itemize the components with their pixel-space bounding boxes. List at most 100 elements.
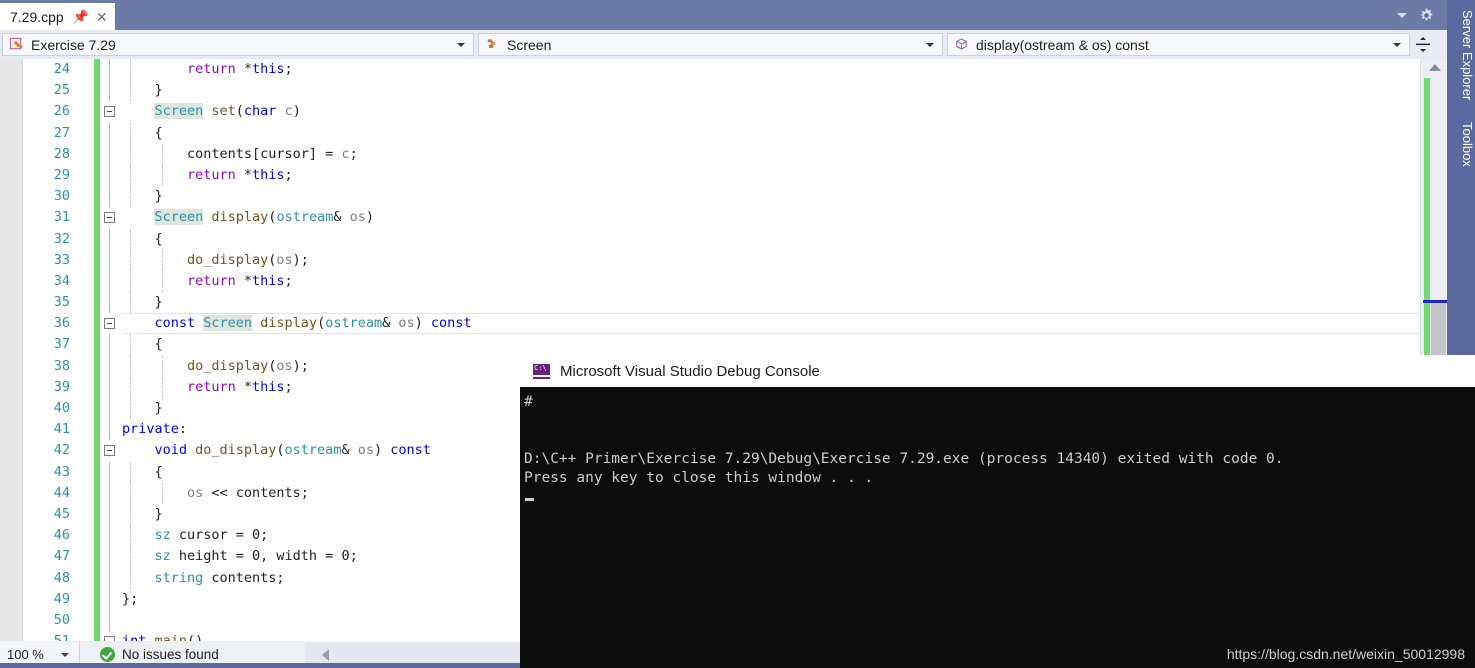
code-token: main <box>155 633 188 641</box>
code-line[interactable]: 27 { <box>0 122 1420 144</box>
issues-status-label: No issues found <box>122 647 219 662</box>
editor-tab-7-29-cpp[interactable]: 7.29.cpp 📌 ✕ <box>0 3 115 30</box>
code-line[interactable]: 24 return *this; <box>0 59 1420 81</box>
code-token: 0 <box>252 527 261 544</box>
code-line[interactable]: 28 contents[cursor] = c; <box>0 143 1420 165</box>
indent-guide <box>130 186 132 208</box>
code-line[interactable]: 26 Screen set(char c) <box>0 101 1420 123</box>
code-line[interactable]: 25} <box>0 80 1420 102</box>
changed-line-indicator <box>94 588 100 610</box>
outline-vertical-line <box>109 461 110 483</box>
indent-guide <box>130 270 132 293</box>
split-window-icon[interactable] <box>1412 33 1434 56</box>
collapse-outline-icon[interactable] <box>104 106 115 118</box>
code-token: * <box>243 272 252 289</box>
member-dropdown[interactable]: display(ostream & os) const <box>947 33 1410 56</box>
code-token: * <box>243 378 252 395</box>
outline-vertical-line <box>109 419 110 441</box>
project-dropdown[interactable]: Exercise 7.29 <box>2 33 474 56</box>
outline-vertical-line <box>109 376 110 398</box>
code-text: contents[cursor] = c; <box>187 144 358 165</box>
line-number: 30 <box>53 188 70 205</box>
code-token: ; <box>284 272 293 289</box>
console-line: # <box>524 394 533 410</box>
code-token: ostream <box>276 209 334 226</box>
collapse-outline-icon[interactable] <box>104 445 115 457</box>
chevron-down-icon[interactable] <box>61 652 69 657</box>
indent-guide <box>130 376 132 398</box>
indent-guide <box>162 482 164 504</box>
code-token: os <box>357 442 374 459</box>
debug-console-window[interactable]: Microsoft Visual Studio Debug Console # … <box>520 355 1475 668</box>
code-line[interactable]: 33 do_display(os); <box>0 249 1420 271</box>
text-cursor <box>525 498 534 501</box>
code-token: int <box>122 633 146 641</box>
chevron-down-icon[interactable] <box>1397 12 1407 18</box>
code-line[interactable]: 35} <box>0 292 1420 314</box>
code-token: & <box>382 315 399 332</box>
code-token: os <box>276 251 293 268</box>
outline-vertical-line <box>109 398 110 420</box>
code-line[interactable]: 37 { <box>0 334 1420 356</box>
changed-line-indicator <box>94 164 100 187</box>
outline-vertical-line <box>109 143 110 165</box>
code-token: ) <box>365 209 375 226</box>
gear-icon[interactable] <box>1419 8 1434 23</box>
line-number: 31 <box>53 209 70 226</box>
code-token: } <box>154 82 163 99</box>
line-number: 28 <box>53 145 70 162</box>
changed-line-indicator <box>94 546 100 568</box>
console-title-bar[interactable]: Microsoft Visual Studio Debug Console <box>520 355 1475 387</box>
collapse-outline-icon[interactable] <box>104 212 115 224</box>
scroll-left-arrow-icon[interactable] <box>322 649 329 661</box>
code-text: { <box>154 334 162 355</box>
code-line[interactable]: 31 Screen display(ostream& os) <box>0 207 1420 229</box>
code-line[interactable]: 30} <box>0 186 1420 208</box>
code-line[interactable]: 32 { <box>0 228 1420 250</box>
chevron-down-icon[interactable] <box>1393 42 1401 47</box>
code-text: { <box>154 229 162 250</box>
sidebar-item-server-explorer[interactable]: Server Explorer <box>1447 6 1475 100</box>
indent-guide <box>130 164 132 187</box>
code-token: Screen <box>154 209 204 226</box>
chevron-down-icon[interactable] <box>457 42 465 47</box>
collapse-outline-icon[interactable] <box>104 318 115 330</box>
line-number: 41 <box>53 421 70 438</box>
outline-vertical-line <box>109 164 110 187</box>
line-number: 29 <box>53 166 70 183</box>
code-token: ( <box>317 315 326 332</box>
changed-line-indicator <box>94 270 100 293</box>
indent-guide <box>130 143 132 165</box>
code-line[interactable]: 29 return *this; <box>0 164 1420 187</box>
pin-icon[interactable]: 📌 <box>73 10 89 23</box>
code-text: int main() <box>122 631 203 641</box>
indent-guide <box>162 164 164 187</box>
code-token: c <box>284 103 293 120</box>
line-number: 35 <box>53 294 70 311</box>
watermark-url: https://blog.csdn.net/weixin_50012998 <box>1226 646 1465 662</box>
issues-status[interactable]: No issues found <box>100 647 219 662</box>
zoom-level-label: 100 % <box>7 647 44 662</box>
changed-line-indicator <box>94 376 100 398</box>
close-icon[interactable]: ✕ <box>96 10 108 24</box>
changed-line-indicator <box>94 313 100 335</box>
outline-vertical-line <box>109 588 110 610</box>
code-token: string <box>154 569 204 586</box>
chevron-down-icon[interactable] <box>926 42 934 47</box>
indent-guide <box>162 143 164 165</box>
code-line[interactable]: 36 const Screen display(ostream& os) cons… <box>0 313 1420 335</box>
outline-vertical-line <box>109 525 110 547</box>
indent-guide <box>130 525 132 547</box>
indent-guide <box>130 80 132 102</box>
class-dropdown[interactable]: Screen <box>478 33 943 56</box>
outline-vertical-line <box>109 59 110 81</box>
sidebar-item-toolbox[interactable]: Toolbox <box>1447 118 1475 167</box>
code-token: ); <box>292 357 309 374</box>
console-output[interactable]: # D:\C++ Primer\Exercise 7.29\Debug\Exer… <box>520 387 1475 668</box>
scroll-up-arrow-icon[interactable] <box>1429 64 1441 71</box>
code-text: }; <box>122 589 138 610</box>
code-line[interactable]: 34 return *this; <box>0 270 1420 293</box>
code-token: { <box>154 463 163 480</box>
code-token: display <box>260 315 318 332</box>
